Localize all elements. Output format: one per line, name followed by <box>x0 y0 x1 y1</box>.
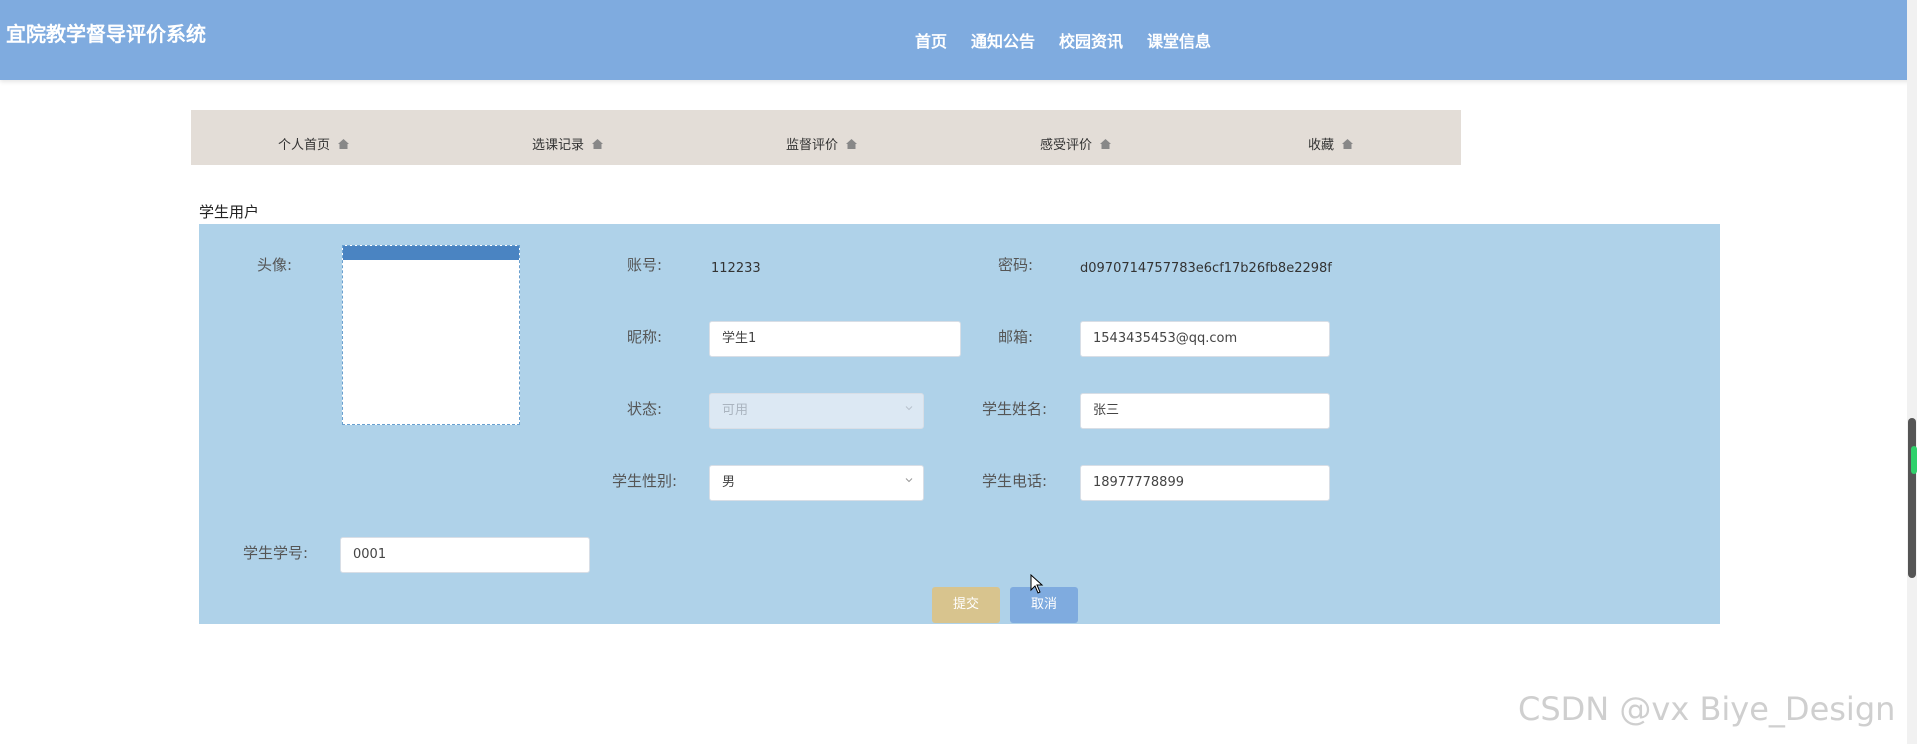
subnav-item-label: 感受评价 <box>1040 138 1093 153</box>
chevron-down-icon <box>905 406 913 411</box>
user-subnav: 个人首页 选课记录 监督评价 感受评价 收藏 <box>191 110 1461 165</box>
student-name-label: 学生姓名: <box>981 400 1047 418</box>
nav-item-campus-news[interactable]: 校园资讯 <box>1059 28 1123 52</box>
gender-select-value: 男 <box>722 475 736 490</box>
subnav-item-supervision[interactable]: 监督评价 <box>786 134 858 153</box>
gender-label: 学生性别: <box>611 472 677 490</box>
home-icon <box>338 138 350 149</box>
home-icon <box>592 138 604 149</box>
main-nav: 首页 通知公告 校园资讯 课堂信息 <box>915 28 1211 52</box>
email-label: 邮箱: <box>997 328 1033 346</box>
top-header: 宜院教学督导评价系统 首页 通知公告 校园资讯 课堂信息 <box>0 0 1917 80</box>
home-icon <box>1342 138 1354 149</box>
site-title: 宜院教学督导评价系统 <box>6 22 206 46</box>
home-icon <box>1100 138 1112 149</box>
subnav-item-label: 监督评价 <box>786 138 839 153</box>
section-title: 学生用户 <box>199 203 260 221</box>
student-no-input[interactable]: 0001 <box>340 537 590 573</box>
subnav-item-label: 个人首页 <box>278 138 331 153</box>
student-name-input[interactable]: 张三 <box>1080 393 1330 429</box>
watermark: CSDN @vx Biye_Design <box>1518 690 1896 728</box>
cancel-button[interactable]: 取消 <box>1010 587 1078 623</box>
chevron-down-icon <box>905 478 913 483</box>
gender-select[interactable]: 男 <box>709 465 924 501</box>
nickname-label: 昵称: <box>626 328 662 346</box>
page-scrollbar[interactable] <box>1907 0 1917 744</box>
student-phone-label: 学生电话: <box>981 472 1047 490</box>
subnav-item-feedback[interactable]: 感受评价 <box>1040 134 1112 153</box>
submit-button[interactable]: 提交 <box>932 587 1000 623</box>
student-phone-input[interactable]: 18977778899 <box>1080 465 1330 501</box>
avatar-label: 头像: <box>256 256 292 274</box>
subnav-item-label: 收藏 <box>1308 138 1335 153</box>
scrollbar-thumb[interactable] <box>1908 418 1916 578</box>
status-select: 可用 <box>709 393 924 429</box>
mouse-cursor-icon <box>1030 574 1044 594</box>
account-value: 112233 <box>711 261 761 276</box>
nav-item-notices[interactable]: 通知公告 <box>971 28 1035 52</box>
password-label: 密码: <box>997 256 1033 274</box>
scroll-indicator <box>1911 446 1917 474</box>
nav-item-home[interactable]: 首页 <box>915 28 947 52</box>
nav-item-class-info[interactable]: 课堂信息 <box>1147 28 1211 52</box>
home-icon <box>846 138 858 149</box>
subnav-item-label: 选课记录 <box>532 138 585 153</box>
email-input[interactable]: 1543435453@qq.com <box>1080 321 1330 357</box>
status-label: 状态: <box>626 400 662 418</box>
avatar-upload[interactable] <box>342 245 520 425</box>
account-label: 账号: <box>626 256 662 274</box>
subnav-item-course-records[interactable]: 选课记录 <box>532 134 604 153</box>
status-select-value: 可用 <box>722 403 749 418</box>
subnav-item-profile[interactable]: 个人首页 <box>278 134 350 153</box>
avatar-image <box>343 246 519 260</box>
password-value: d0970714757783e6cf17b26fb8e2298f <box>1080 261 1332 276</box>
student-no-label: 学生学号: <box>242 544 308 562</box>
subnav-item-favorites[interactable]: 收藏 <box>1308 134 1354 153</box>
